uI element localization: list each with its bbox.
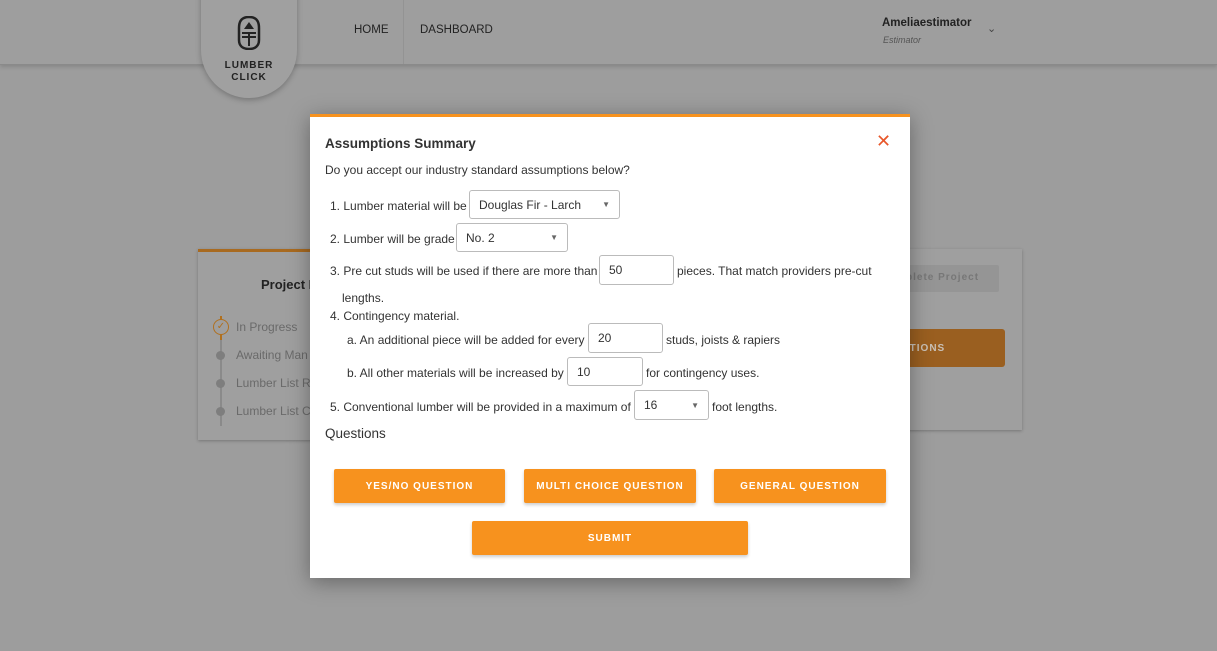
item5-suffix: foot lengths. <box>712 400 778 414</box>
user-name[interactable]: Ameliaestimator <box>882 17 971 29</box>
card-title: Project I <box>261 277 313 292</box>
precut-studs-value: 50 <box>609 263 623 277</box>
top-header <box>0 0 1217 65</box>
nav-dashboard[interactable]: DASHBOARD <box>420 24 493 36</box>
logo-text-line1: LUMBER <box>224 60 274 71</box>
step-dot-icon <box>216 407 225 416</box>
user-role: Estimator <box>883 35 922 45</box>
materials-increase-input[interactable]: 10 <box>567 357 643 386</box>
item4-label: 4. Contingency material. <box>330 309 460 323</box>
step-awaiting: Awaiting Man <box>236 348 308 362</box>
max-length-select[interactable]: 16 ▼ <box>634 390 709 420</box>
item3-suffix: pieces. That match providers pre-cut <box>677 264 872 278</box>
precut-studs-input[interactable]: 50 <box>599 255 674 285</box>
item3-label: 3. Pre cut studs will be used if there a… <box>330 264 598 278</box>
check-icon: ✓ <box>213 319 229 335</box>
lumber-grade-select[interactable]: No. 2 ▼ <box>456 223 568 252</box>
caret-down-icon: ▼ <box>602 200 610 209</box>
questions-heading: Questions <box>325 426 386 441</box>
max-length-value: 16 <box>644 398 658 412</box>
assumptions-modal: Assumptions Summary ✕ Do you accept our … <box>310 114 910 578</box>
item4a-label: a. An additional piece will be added for… <box>347 333 585 347</box>
close-icon[interactable]: ✕ <box>876 131 891 152</box>
additional-piece-input[interactable]: 20 <box>588 323 663 353</box>
chevron-down-icon[interactable]: ⌄ <box>987 22 996 35</box>
step-lumber-list-r: Lumber List R <box>236 376 311 390</box>
item4a-suffix: studs, joists & rapiers <box>666 333 781 347</box>
step-dot-icon <box>216 379 225 388</box>
item1-label: 1. Lumber material will be <box>330 199 467 213</box>
additional-piece-value: 20 <box>598 331 612 345</box>
logo-text-line2: CLICK <box>231 72 267 83</box>
lumber-material-select[interactable]: Douglas Fir - Larch ▼ <box>469 190 620 219</box>
modal-subtitle: Do you accept our industry standard assu… <box>325 163 630 177</box>
item2-label: 2. Lumber will be grade <box>330 232 455 246</box>
logo[interactable]: LUMBER CLICK <box>201 0 297 98</box>
materials-increase-value: 10 <box>577 364 591 379</box>
nav-divider <box>403 0 404 64</box>
item4b-label: b. All other materials will be increased… <box>347 366 564 380</box>
caret-down-icon: ▼ <box>550 233 558 242</box>
step-in-progress: In Progress <box>236 320 298 334</box>
step-lumber-list-c: Lumber List C <box>236 404 311 418</box>
item5-label: 5. Conventional lumber will be provided … <box>330 400 631 414</box>
item3-suffix2: lengths. <box>342 291 385 305</box>
multi-choice-question-button[interactable]: MULTI CHOICE QUESTION <box>524 469 696 503</box>
lumber-material-value: Douglas Fir - Larch <box>479 197 582 212</box>
lumber-click-logo-icon <box>237 16 261 50</box>
step-dot-icon <box>216 351 225 360</box>
lumber-grade-value: No. 2 <box>466 230 495 245</box>
caret-down-icon: ▼ <box>691 400 699 410</box>
yes-no-question-button[interactable]: YES/NO QUESTION <box>334 469 505 503</box>
item4b-suffix: for contingency uses. <box>646 366 760 380</box>
nav-home[interactable]: HOME <box>354 24 389 36</box>
general-question-button[interactable]: GENERAL QUESTION <box>714 469 886 503</box>
modal-title: Assumptions Summary <box>325 136 476 151</box>
submit-button[interactable]: SUBMIT <box>472 521 748 555</box>
